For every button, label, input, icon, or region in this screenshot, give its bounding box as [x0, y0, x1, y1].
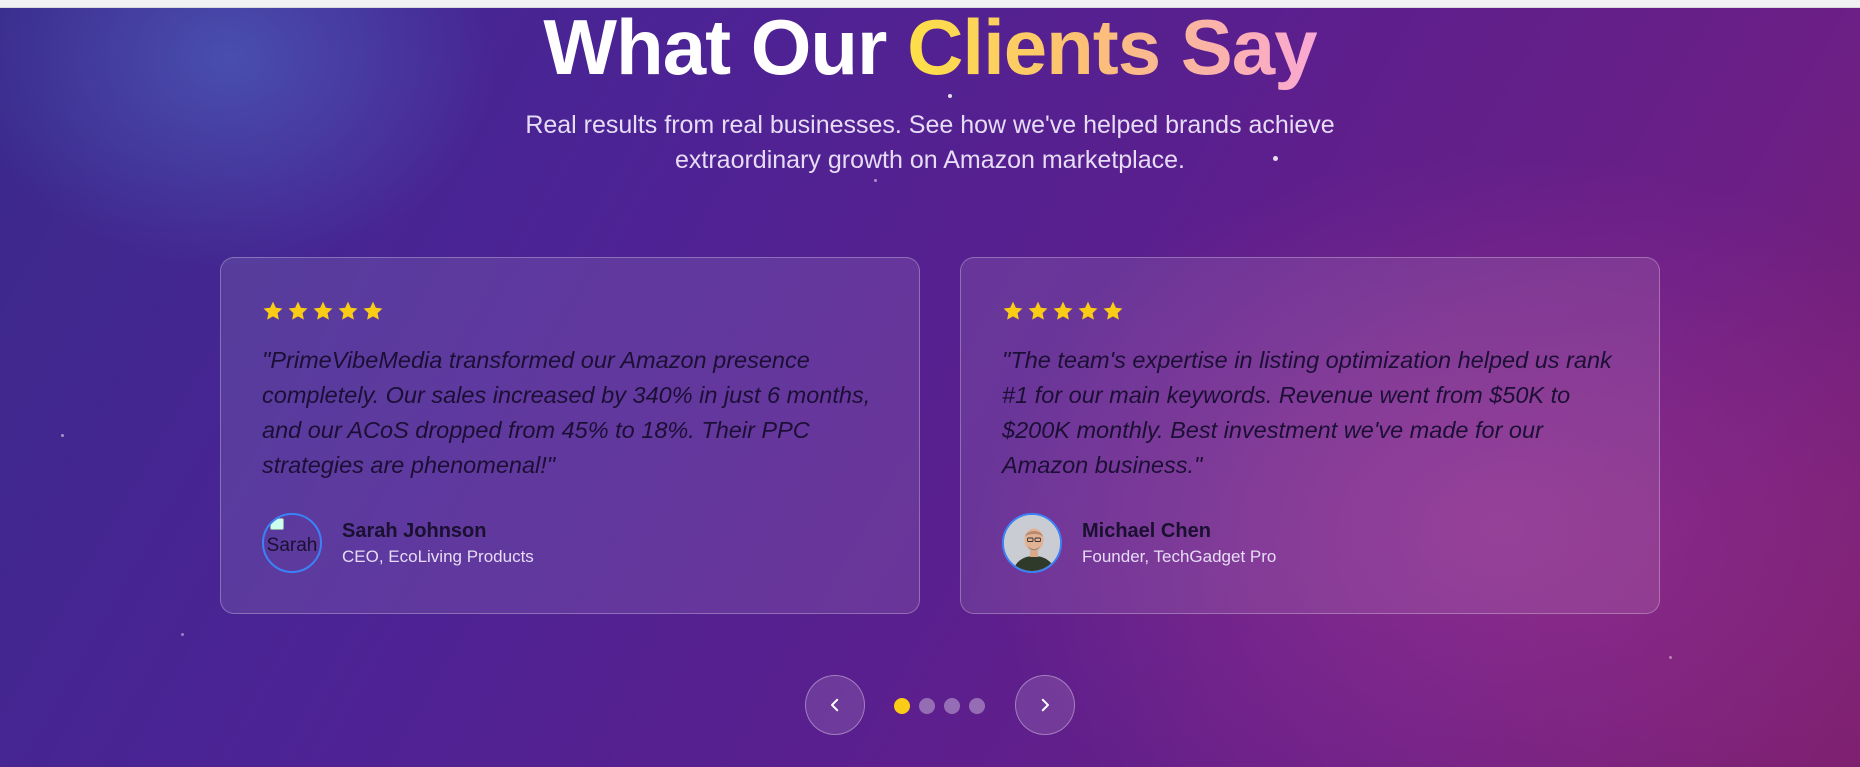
star-icon [1003, 301, 1023, 320]
avatar-alt-text: Sarah [266, 535, 318, 556]
testimonial-quote: "The team's expertise in listing optimiz… [1002, 347, 1612, 478]
testimonial-quote: "PrimeVibeMedia transformed our Amazon p… [262, 347, 871, 478]
testimonial-author: Michael Chen Founder, TechGadget Pro [1002, 513, 1276, 573]
star-icon [1028, 301, 1048, 320]
star-icon [313, 301, 333, 320]
star-icon [1053, 301, 1073, 320]
section-title-plain: What Our [543, 8, 887, 91]
section-title-highlight: Clients Say [907, 8, 1318, 91]
avatar [1002, 513, 1062, 573]
carousel-dot-1[interactable] [894, 698, 910, 714]
testimonial-card: "PrimeVibeMedia transformed our Amazon p… [220, 257, 920, 614]
star-rating [262, 300, 877, 324]
carousel-prev-button[interactable] [805, 675, 865, 735]
section-title: What Our Clients Say [0, 8, 1860, 90]
avatar: Sarah [262, 513, 322, 573]
carousel-dot-4[interactable] [969, 698, 985, 714]
sparkle-decoration [948, 94, 952, 98]
star-icon [363, 301, 383, 320]
carousel-next-button[interactable] [1015, 675, 1075, 735]
person-photo-icon [1004, 515, 1060, 571]
author-role: Founder, TechGadget Pro [1082, 546, 1277, 566]
testimonials-section: What Our Clients Say Real results from r… [0, 8, 1860, 767]
star-rating [1002, 300, 1617, 324]
chevron-right-icon [1041, 698, 1049, 712]
star-icon [263, 301, 283, 320]
browser-top-edge [0, 0, 1860, 8]
carousel-dot-2[interactable] [919, 698, 935, 714]
star-icon [338, 301, 358, 320]
broken-image-icon [270, 518, 284, 530]
carousel-dot-3[interactable] [944, 698, 960, 714]
sparkle-decoration [181, 633, 184, 636]
sparkle-decoration [874, 179, 877, 182]
author-name: Sarah Johnson [342, 519, 487, 542]
testimonial-card: "The team's expertise in listing optimiz… [960, 257, 1660, 614]
section-subtitle: Real results from real businesses. See h… [525, 111, 1335, 174]
star-icon [288, 301, 308, 320]
author-name: Michael Chen [1082, 519, 1211, 542]
carousel-dots [894, 698, 985, 714]
star-icon [1103, 301, 1123, 320]
sparkle-decoration [61, 434, 64, 437]
star-icon [1078, 301, 1098, 320]
author-role: CEO, EcoLiving Products [342, 546, 534, 566]
sparkle-decoration [1669, 656, 1672, 659]
testimonial-author: Sarah Sarah Johnson CEO, EcoLiving Produ… [262, 513, 534, 573]
chevron-left-icon [831, 698, 839, 712]
